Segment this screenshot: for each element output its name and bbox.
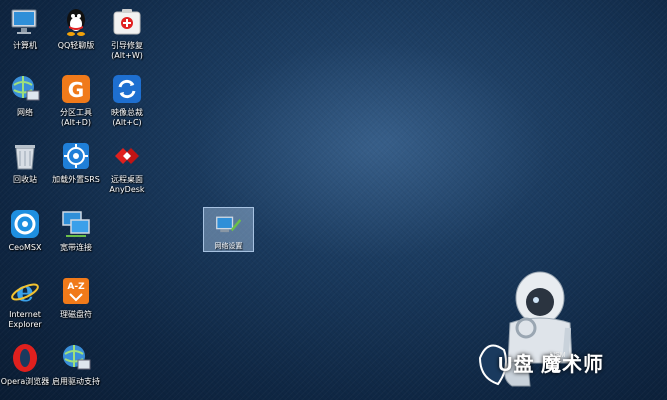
recycle-bin-icon [9, 140, 41, 172]
computer-icon [9, 6, 41, 38]
load-srs-icon [60, 140, 92, 172]
internet-explorer-icon: e [9, 275, 41, 307]
boot-repair-icon [111, 6, 143, 38]
svg-text:A-Z: A-Z [67, 282, 85, 292]
icon-label: 回收站 [13, 175, 37, 184]
icon-label: Internet Explorer [8, 310, 42, 329]
icon-label: 映像总裁 (Alt+C) [111, 108, 143, 127]
svg-text:G: G [68, 78, 84, 102]
network-settings-icon [214, 212, 244, 240]
brand-logo: U盘 魔术师 USM [470, 268, 660, 398]
qq-icon [60, 6, 92, 38]
desktop-icon-image-restore[interactable]: 映像总裁 (Alt+C) [97, 69, 157, 129]
broadband-icon [60, 208, 92, 240]
desktop-icon-anydesk[interactable]: 远程桌面 AnyDesk [97, 136, 157, 196]
desktop-icon-boot-repair[interactable]: 引导修复 (Alt+W) [97, 2, 157, 62]
desktop-icon-driver-support[interactable]: 启用驱动支持 [46, 338, 106, 398]
image-restore-icon [111, 73, 143, 105]
anydesk-icon [111, 140, 143, 172]
desktop-icon-network-settings[interactable]: 网络设置 [203, 207, 254, 252]
icon-label: 理磁盘符 [60, 310, 92, 319]
icon-label: CeoMSX [8, 243, 42, 252]
icon-label: 网络 [17, 108, 33, 117]
icon-label: 远程桌面 AnyDesk [109, 175, 145, 194]
network-icon [9, 73, 41, 105]
brand-logo-sub: USM [550, 352, 566, 359]
icon-label: 启用驱动支持 [52, 377, 100, 386]
ceomsx-icon [9, 208, 41, 240]
disk-clean-icon: A-Z [60, 275, 92, 307]
desktop-icon-broadband[interactable]: 宽带连接 [46, 204, 106, 264]
icon-label: Opera浏览器 [0, 377, 50, 386]
icon-label: 网络设置 [214, 242, 243, 250]
icon-label: 引导修复 (Alt+W) [111, 41, 143, 60]
icon-label: 宽带连接 [60, 243, 92, 252]
partition-tool-icon: G [60, 73, 92, 105]
icon-label: 计算机 [13, 41, 37, 50]
driver-support-icon [60, 342, 92, 374]
desktop-icon-disk-clean[interactable]: A-Z 理磁盘符 [46, 271, 106, 331]
icon-label: 分区工具 (Alt+D) [60, 108, 92, 127]
icon-label: 加载外置SRS [52, 175, 100, 184]
svg-text:e: e [16, 275, 34, 307]
opera-icon [9, 342, 41, 374]
icon-label: QQ轻聊版 [57, 41, 95, 50]
mascot-icon [478, 271, 573, 387]
